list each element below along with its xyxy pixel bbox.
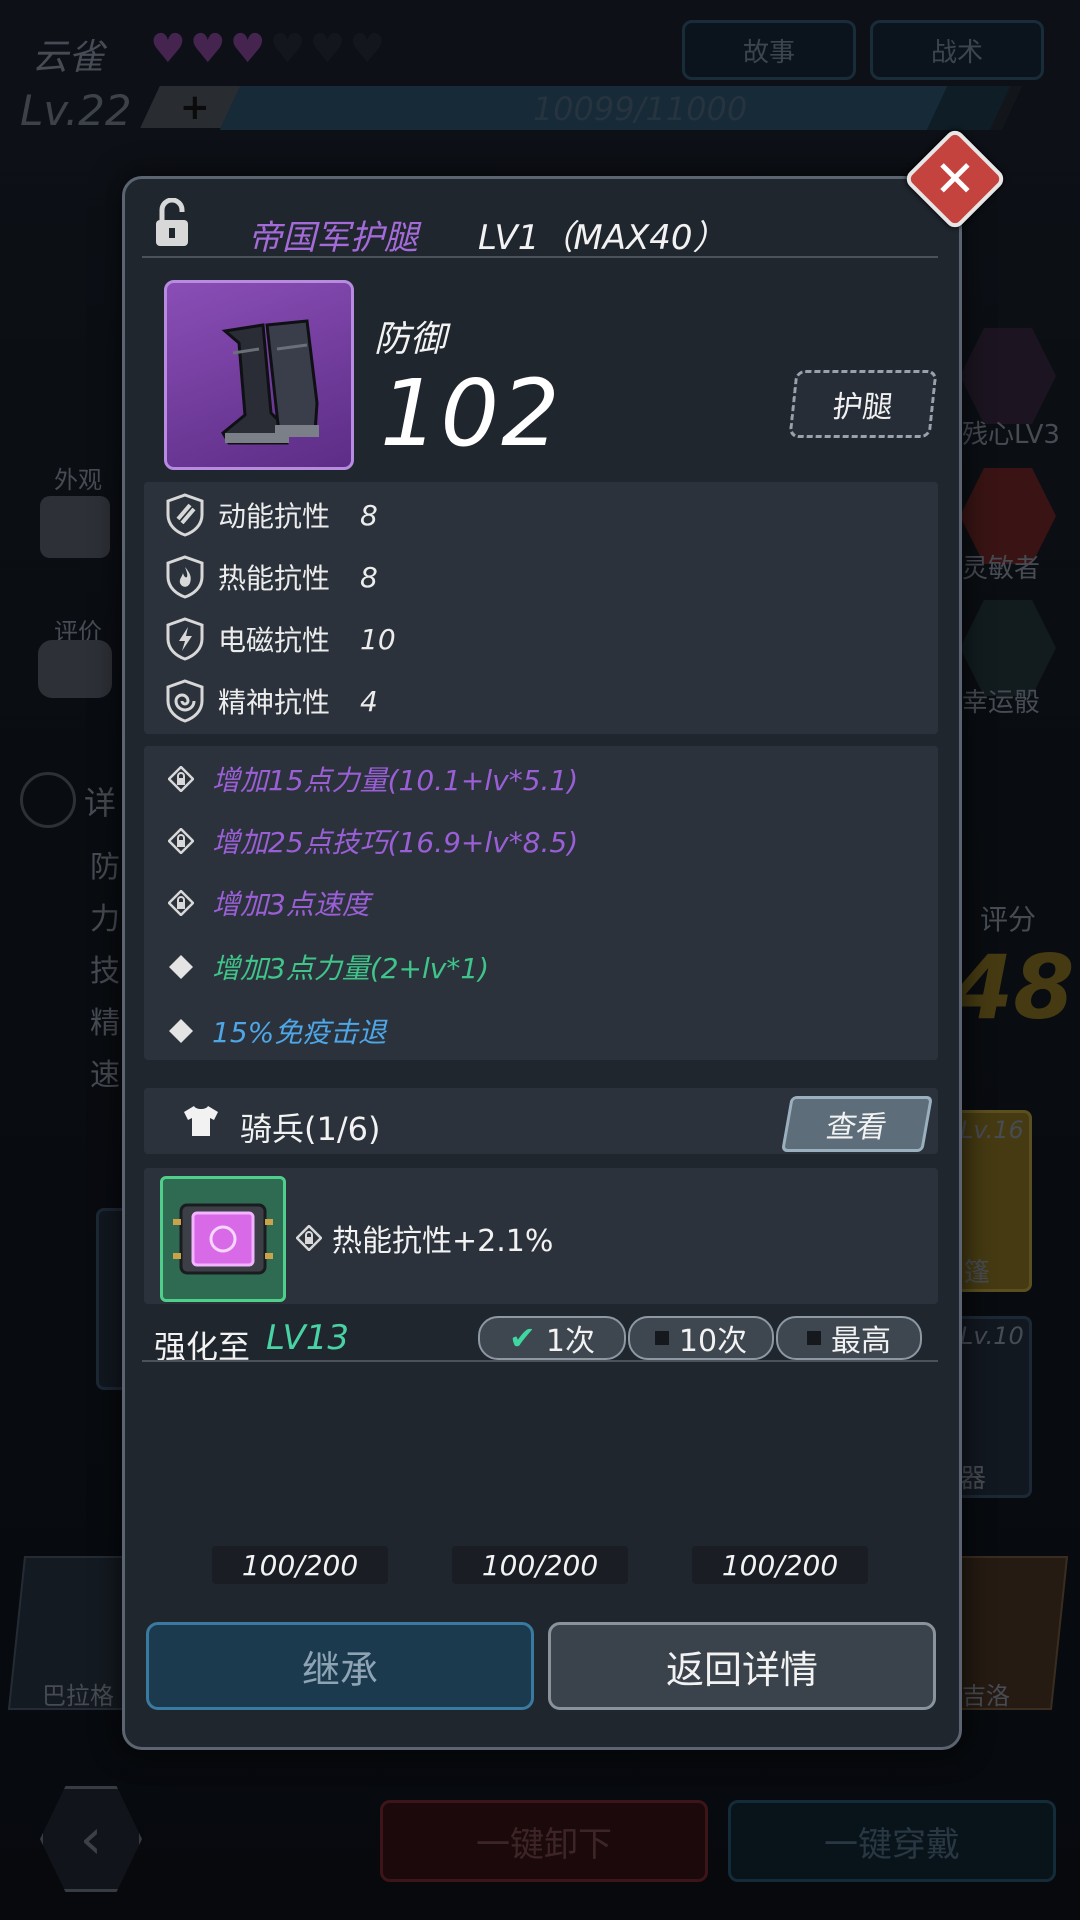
enhance-max-option[interactable]: 最高 (776, 1316, 922, 1360)
attribute-text: 增加3点速度 (212, 888, 370, 921)
greaves-icon (221, 319, 319, 445)
item-name: 帝国军护腿 (248, 218, 418, 258)
attribute-text: 15%免疫击退 (212, 1016, 387, 1049)
defense-label: 防御 (374, 319, 447, 360)
attribute-row: 增加3点力量(2+lv*1) (168, 942, 489, 992)
kinetic-icon (166, 493, 204, 537)
resistance-value: 4 (360, 684, 378, 718)
resistance-row: 动能抗性 8 (166, 490, 378, 540)
item-image (164, 280, 354, 470)
attribute-row: 增加3点速度 (168, 878, 370, 928)
attribute-text: 增加3点力量(2+lv*1) (212, 952, 490, 985)
return-details-button[interactable]: 返回详情 (548, 1622, 936, 1710)
chip-bonus-text: 热能抗性+2.1% (332, 1224, 554, 1259)
enhance-once-option[interactable]: ✔ 1次 (478, 1316, 626, 1360)
resistance-value: 8 (360, 560, 378, 594)
attribute-text: 增加25点技巧(16.9+lv*8.5) (212, 826, 579, 859)
resistance-value: 8 (360, 498, 378, 532)
attribute-row: 增加25点技巧(16.9+lv*8.5) (168, 816, 578, 866)
resistance-row: 电磁抗性 10 (166, 614, 396, 664)
unlock-icon[interactable] (154, 198, 190, 248)
resistance-name: 动能抗性 (218, 500, 331, 533)
attribute-text: 增加15点力量(10.1+lv*5.1) (212, 764, 579, 797)
resistance-row: 热能抗性 8 (166, 552, 378, 602)
set-name: 骑兵(1/6) (240, 1110, 381, 1148)
shirt-icon (184, 1106, 218, 1136)
resistance-value: 10 (360, 622, 396, 656)
enhance-ten-option[interactable]: 10次 (628, 1316, 774, 1360)
locked-diamond-icon (296, 1225, 322, 1251)
chip-slot[interactable] (160, 1176, 286, 1302)
locked-diamond-icon (168, 828, 194, 854)
material-count: 100/200 (212, 1546, 388, 1584)
resistance-name: 精神抗性 (218, 686, 331, 719)
view-set-button[interactable]: 查看 (781, 1096, 933, 1152)
divider (142, 256, 938, 258)
enhance-target-level: LV13 (266, 1318, 349, 1358)
attribute-row: 15%免疫击退 (168, 1006, 386, 1056)
thermal-icon (166, 555, 204, 599)
material-count: 100/200 (452, 1546, 628, 1584)
resistance-name: 电磁抗性 (218, 624, 331, 657)
close-icon: ✕ (934, 150, 976, 208)
defense-value: 102 (380, 360, 562, 467)
checkbox-icon (807, 1331, 821, 1345)
locked-diamond-icon (168, 890, 194, 916)
material-count: 100/200 (692, 1546, 868, 1584)
enhance-option-label: 10次 (678, 1324, 748, 1359)
slot-tag: 护腿 (788, 370, 938, 438)
chip-icon (173, 1203, 273, 1275)
locked-diamond-icon (168, 766, 194, 792)
resistance-name: 热能抗性 (218, 562, 331, 595)
enhance-option-label: 最高 (831, 1324, 891, 1359)
psychic-icon (166, 679, 204, 723)
attribute-row: 增加15点力量(10.1+lv*5.1) (168, 754, 578, 804)
diamond-icon (169, 1019, 193, 1043)
chip-bonus: 热能抗性+2.1% (296, 1216, 553, 1260)
divider (142, 1360, 938, 1362)
enhance-option-label: 1次 (545, 1324, 595, 1359)
checkbox-icon (654, 1331, 669, 1345)
item-level: LV1（MAX40） (478, 218, 727, 258)
inherit-button[interactable]: 继承 (146, 1622, 534, 1710)
diamond-icon (169, 955, 193, 979)
checkmark-icon: ✔ (509, 1319, 536, 1357)
electromagnetic-icon (166, 617, 204, 661)
resistance-row: 精神抗性 4 (166, 676, 378, 726)
